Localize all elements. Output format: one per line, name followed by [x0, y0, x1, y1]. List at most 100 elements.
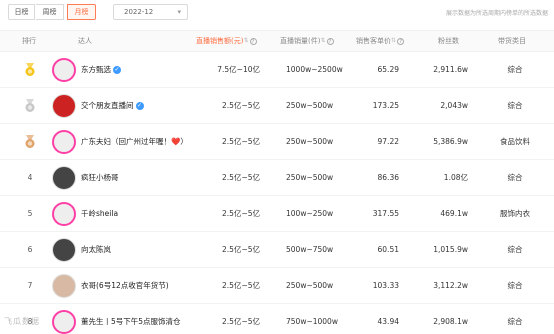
- silver-medal-icon: [25, 99, 35, 112]
- sales-range: 2.5亿~5亿: [222, 101, 260, 110]
- influencer-name-text: 向太陈岚: [81, 245, 111, 254]
- category: 服饰内衣: [500, 209, 530, 218]
- fans-count: 5,386.9w: [433, 137, 468, 146]
- header-qty-label: 直播销量(件): [280, 37, 321, 45]
- rank-number: 7: [27, 281, 33, 290]
- influencer-name-text: 广东夫妇（回广州过年喔！❤️）: [81, 137, 188, 146]
- tab-monthly[interactable]: 月榜: [67, 4, 96, 20]
- fans-count: 2,911.6w: [433, 65, 468, 74]
- influencer-name[interactable]: 董先生丨5号下午5点服饰清仓: [81, 304, 181, 334]
- table-row[interactable]: 6 向太陈岚 2.5亿~5亿 500w~750w 60.51 1,015.9w 综合: [0, 232, 554, 268]
- fans-count: 469.1w: [440, 209, 468, 218]
- tab-daily[interactable]: 日榜: [8, 4, 35, 20]
- table-row[interactable]: 8 董先生丨5号下午5点服饰清仓 2.5亿~5亿 750w~1000w 43.94 2,9…: [0, 304, 554, 334]
- fans-count: 3,112.2w: [433, 281, 468, 290]
- header-sales-label: 直播销售额(元): [196, 37, 244, 45]
- quantity-range: 100w~250w: [286, 209, 334, 218]
- unit-price: 65.29: [377, 65, 399, 74]
- fans-count: 1,015.9w: [433, 245, 468, 254]
- header-rank: 排行: [22, 37, 36, 45]
- rank-number: 5: [27, 209, 33, 218]
- unit-price: 173.25: [372, 101, 399, 110]
- influencer-name[interactable]: 疯狂小杨哥: [81, 160, 119, 196]
- header-sales[interactable]: 直播销售额(元)⇅?: [196, 31, 257, 51]
- sales-range: 2.5亿~5亿: [222, 209, 260, 218]
- sort-icon[interactable]: ⇅: [320, 31, 325, 51]
- header-price[interactable]: 销售客单价⇅?: [356, 31, 405, 51]
- table-row[interactable]: 4 疯狂小杨哥 2.5亿~5亿 250w~500w 86.36 1.08亿 综合: [0, 160, 554, 196]
- quantity-range: 500w~750w: [286, 245, 334, 254]
- header-category: 带货类目: [498, 37, 526, 45]
- table-header: 排行 达人 直播销售额(元)⇅? 直播销量(件)⇅? 销售客单价⇅? 粉丝数 带…: [0, 30, 554, 52]
- watermark: 飞瓜数据: [4, 317, 40, 326]
- sales-range: 2.5亿~5亿: [222, 245, 260, 254]
- top-filter-bar: 日榜 周榜 月榜 2022-12 ▾ 展示数据为所选周期内榜单的所选数据: [0, 0, 554, 26]
- influencer-name-text: 东方甄选: [81, 65, 111, 74]
- avatar[interactable]: [52, 166, 76, 190]
- avatar[interactable]: [52, 274, 76, 298]
- table-row[interactable]: 广东夫妇（回广州过年喔！❤️） 2.5亿~5亿 250w~500w 97.22 5,38…: [0, 124, 554, 160]
- sort-icon[interactable]: ⇅: [391, 31, 396, 51]
- rank-number: 4: [27, 173, 33, 182]
- influencer-name-text: 疯狂小杨哥: [81, 173, 119, 182]
- sales-range: 2.5亿~5亿: [222, 137, 260, 146]
- influencer-name[interactable]: 东方甄选 ✓: [81, 52, 121, 88]
- sales-range: 2.5亿~5亿: [222, 281, 260, 290]
- month-picker[interactable]: 2022-12 ▾: [113, 4, 188, 20]
- header-name: 达人: [78, 37, 92, 45]
- unit-price: 317.55: [372, 209, 399, 218]
- chevron-down-icon: ▾: [177, 8, 181, 16]
- quantity-range: 250w~500w: [286, 137, 334, 146]
- header-fans: 粉丝数: [438, 37, 459, 45]
- verified-icon: ✓: [113, 66, 121, 74]
- sort-icon[interactable]: ⇅: [243, 31, 248, 51]
- table-row[interactable]: 交个朋友直播间 ✓ 2.5亿~5亿 250w~500w 173.25 2,043w 综合: [0, 88, 554, 124]
- unit-price: 60.51: [377, 245, 399, 254]
- help-icon[interactable]: ?: [249, 37, 257, 45]
- help-icon[interactable]: ?: [397, 37, 405, 45]
- unit-price: 43.94: [377, 317, 399, 326]
- quantity-range: 250w~500w: [286, 173, 334, 182]
- header-price-label: 销售客单价: [356, 37, 391, 45]
- fans-count: 2,043w: [440, 101, 468, 110]
- fans-count: 1.08亿: [443, 173, 468, 182]
- quantity-range: 1000w~2500w: [286, 65, 343, 74]
- unit-price: 97.22: [377, 137, 399, 146]
- table-row[interactable]: 5 千岭sheila 2.5亿~5亿 100w~250w 317.55 469.1w 服饰内…: [0, 196, 554, 232]
- category: 综合: [507, 65, 523, 74]
- quantity-range: 250w~500w: [286, 101, 334, 110]
- influencer-name-text: 交个朋友直播间: [81, 101, 134, 110]
- avatar[interactable]: [52, 238, 76, 262]
- avatar[interactable]: [52, 310, 76, 334]
- influencer-name[interactable]: 向太陈岚: [81, 232, 111, 268]
- header-qty[interactable]: 直播销量(件)⇅?: [280, 31, 334, 51]
- category: 综合: [507, 245, 523, 254]
- tab-weekly[interactable]: 周榜: [36, 4, 64, 20]
- sales-range: 2.5亿~5亿: [222, 317, 260, 326]
- sales-range: 7.5亿~10亿: [217, 65, 260, 74]
- help-icon[interactable]: ?: [326, 37, 334, 45]
- table-row[interactable]: 7 衣哥(6号12点收官年货节) 2.5亿~5亿 250w~500w 103.33 3,1…: [0, 268, 554, 304]
- avatar[interactable]: [52, 202, 76, 226]
- avatar[interactable]: [52, 130, 76, 154]
- data-note: 展示数据为所选周期内榜单的所选数据: [445, 10, 548, 17]
- category: 综合: [507, 281, 523, 290]
- table-row[interactable]: 东方甄选 ✓ 7.5亿~10亿 1000w~2500w 65.29 2,911.6w 综合: [0, 52, 554, 88]
- quantity-range: 250w~500w: [286, 281, 334, 290]
- influencer-name[interactable]: 衣哥(6号12点收官年货节): [81, 268, 169, 304]
- influencer-name-text: 千岭sheila: [81, 209, 119, 218]
- verified-icon: ✓: [135, 102, 144, 110]
- bronze-medal-icon: [25, 135, 35, 148]
- category: 食品饮料: [500, 137, 530, 146]
- avatar[interactable]: [52, 94, 76, 118]
- influencer-name[interactable]: 千岭sheila: [81, 196, 118, 232]
- avatar[interactable]: [52, 58, 76, 82]
- rank-number: 6: [27, 245, 33, 254]
- sales-range: 2.5亿~5亿: [222, 173, 260, 182]
- influencer-name[interactable]: 广东夫妇（回广州过年喔！❤️）: [81, 124, 188, 160]
- influencer-name-text: 董先生丨5号下午5点服饰清仓: [81, 317, 181, 326]
- fans-count: 2,908.1w: [433, 317, 468, 326]
- influencer-name[interactable]: 交个朋友直播间 ✓: [81, 88, 144, 124]
- unit-price: 103.33: [372, 281, 399, 290]
- month-value: 2022-12: [124, 8, 154, 16]
